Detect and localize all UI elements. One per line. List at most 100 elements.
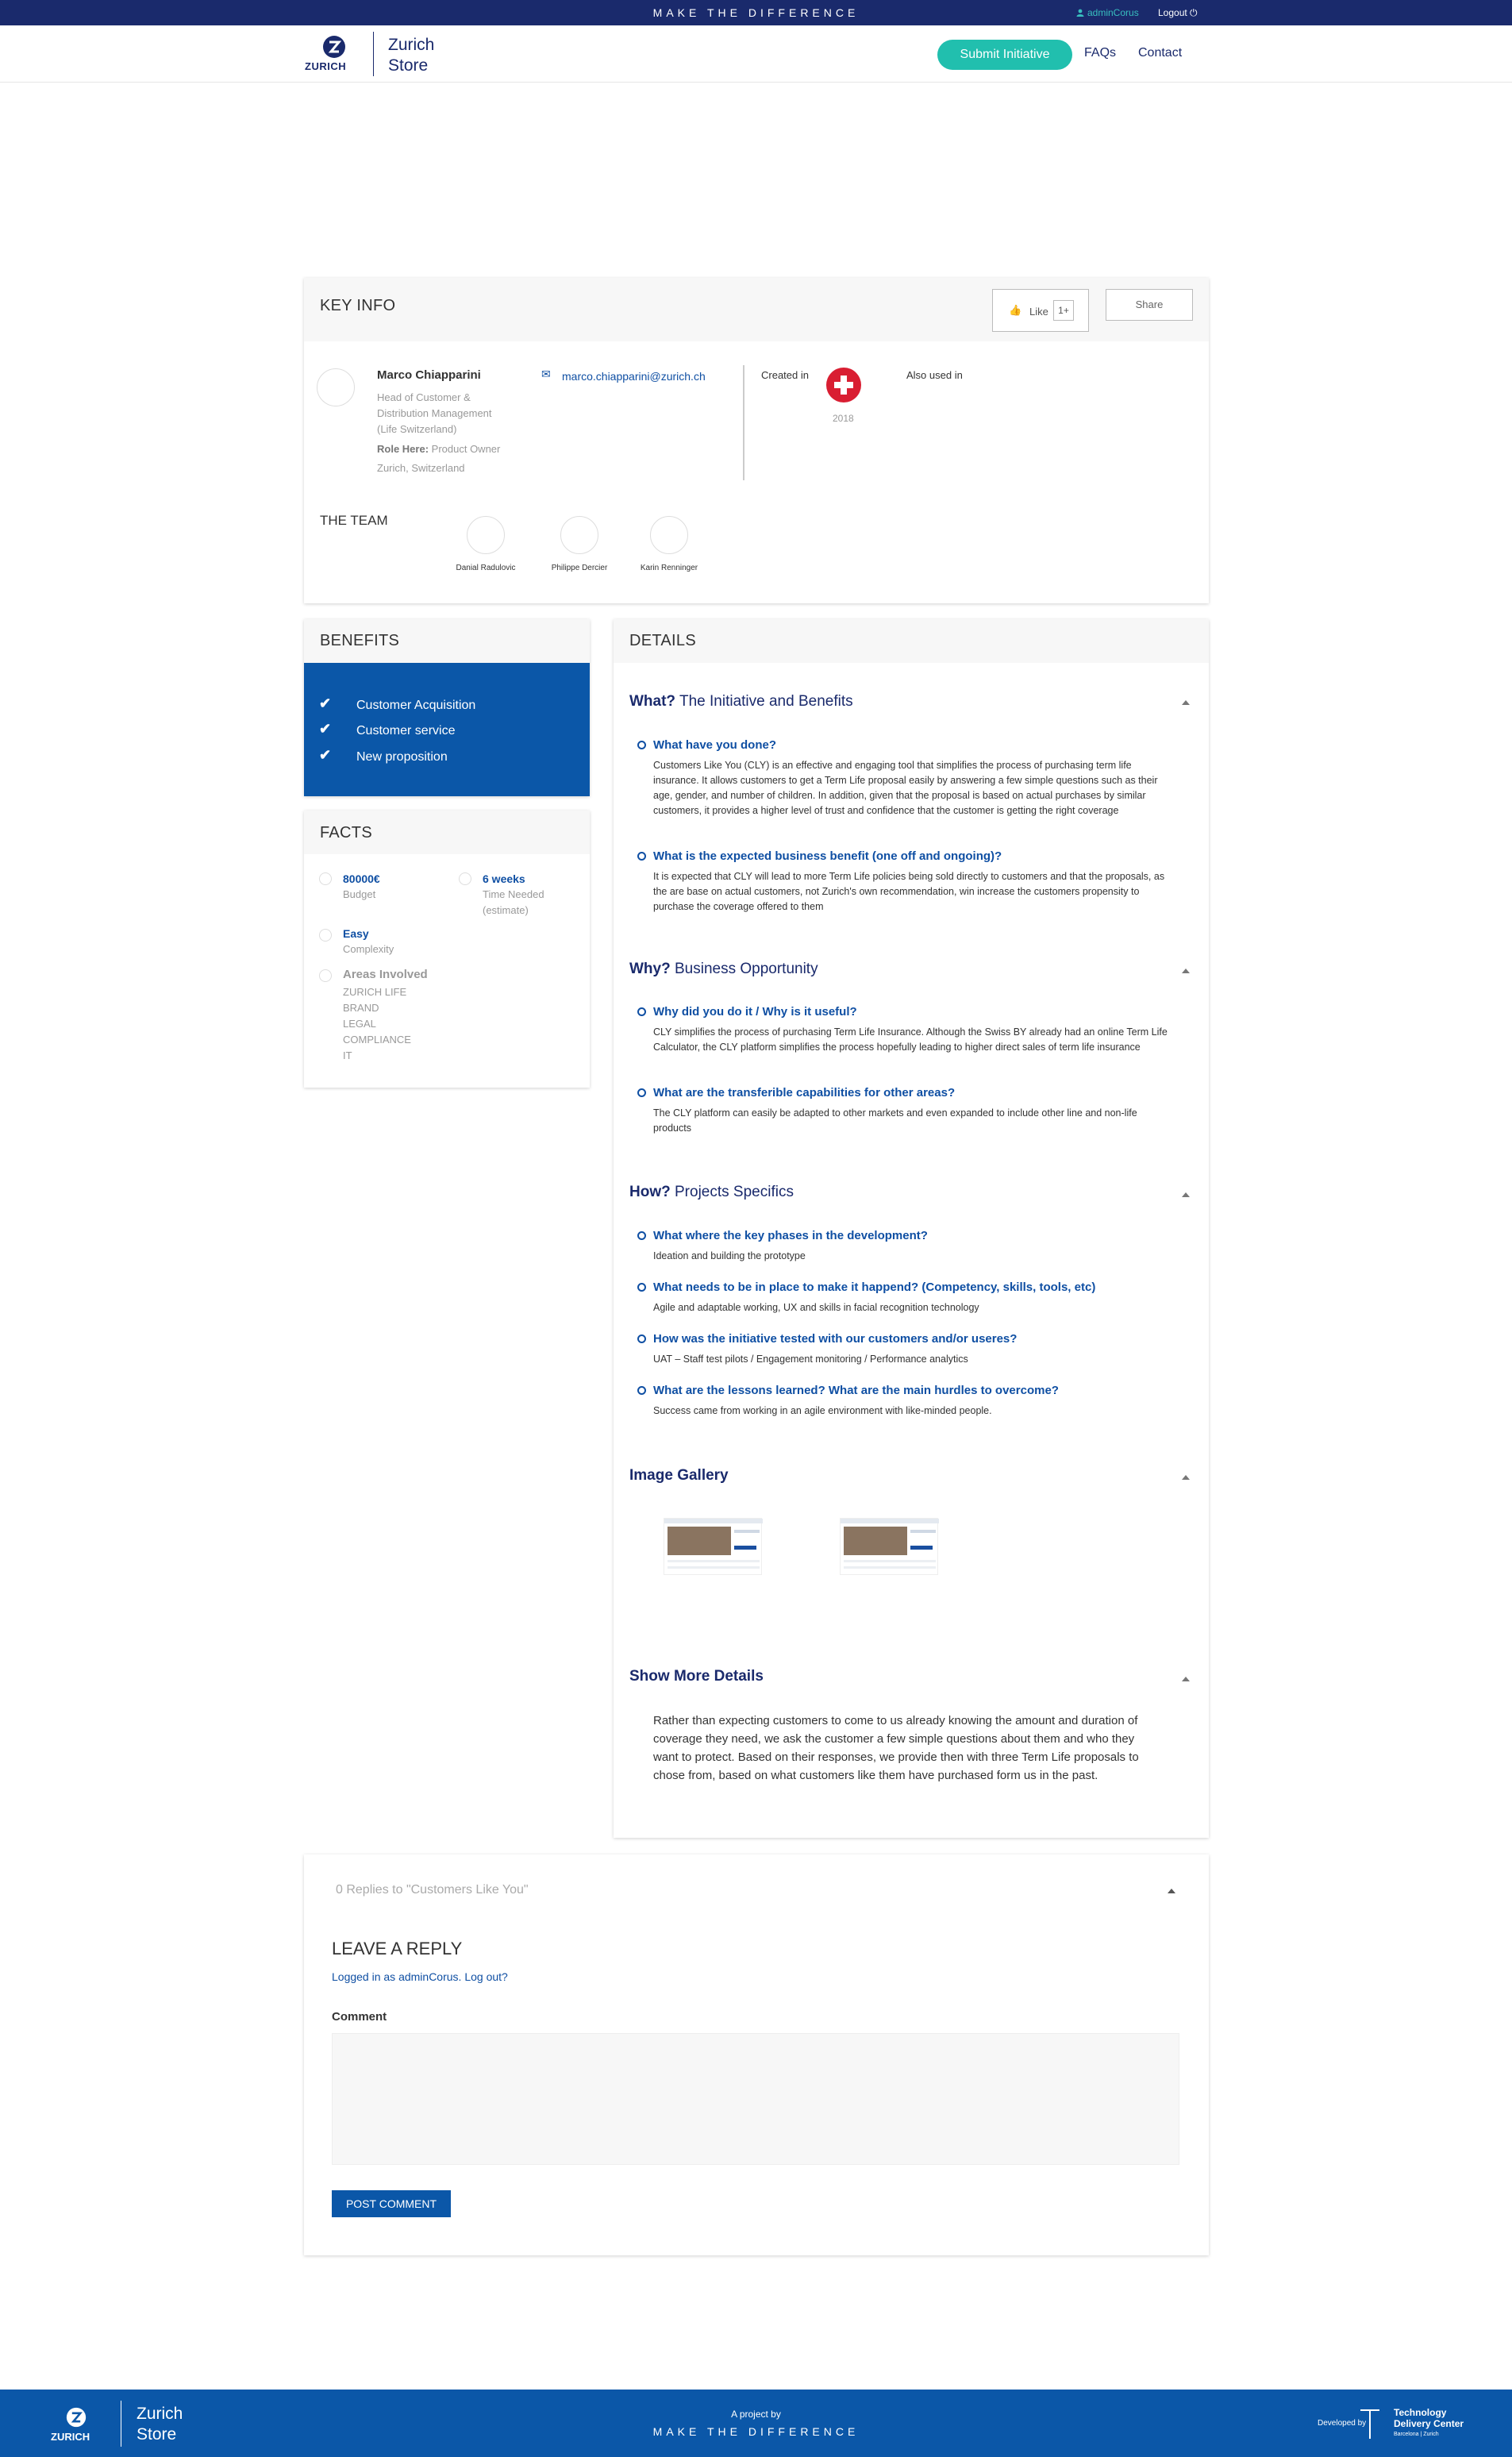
submit-initiative-button[interactable]: Submit Initiative	[937, 40, 1072, 70]
bullet-icon	[637, 1283, 646, 1292]
collapse-caret-icon[interactable]	[1182, 1192, 1190, 1197]
why-section-heading[interactable]: Why? Business Opportunity	[629, 961, 818, 978]
brand-wordmark: ZURICH	[305, 60, 347, 72]
email-icon: ✉	[541, 368, 551, 380]
collapse-caret-icon[interactable]	[1182, 1475, 1190, 1480]
details-header	[614, 619, 1209, 663]
tdc-location: Barcelona | Zurich	[1394, 2432, 1439, 2437]
info-divider	[743, 365, 744, 480]
time-label-line: Time Needed	[483, 888, 544, 900]
like-label: Like	[1029, 306, 1048, 318]
nav-faqs[interactable]: FAQs	[1084, 46, 1116, 60]
zurich-logo-icon[interactable]	[322, 35, 346, 59]
collapse-caret-icon[interactable]	[1182, 700, 1190, 705]
bullet-icon	[637, 1007, 646, 1016]
check-icon: ✔	[319, 747, 332, 763]
area-item: COMPLIANCE	[343, 1034, 411, 1046]
question: What where the key phases in the develop…	[653, 1229, 928, 1242]
question: Why did you do it / Why is it useful?	[653, 1005, 857, 1019]
why-heading-bold: Why?	[629, 961, 671, 977]
time-value: 6 weeks	[483, 872, 525, 885]
benefit-item: New proposition	[356, 750, 448, 764]
thumb-button	[734, 1546, 756, 1550]
owner-location: Zurich, Switzerland	[377, 462, 465, 474]
question: What are the transferible capabilities f…	[653, 1086, 956, 1099]
budget-icon	[319, 872, 332, 885]
thumb-row	[844, 1566, 936, 1569]
collapse-caret-icon[interactable]	[1168, 1889, 1175, 1893]
thumb-row	[844, 1560, 936, 1562]
benefit-item: Customer Acquisition	[356, 699, 476, 712]
how-section-heading[interactable]: How? Projects Specifics	[629, 1184, 794, 1201]
team-title: THE TEAM	[320, 513, 388, 528]
details-title: DETAILS	[629, 632, 696, 649]
owner-email-link[interactable]: marco.chiapparini@zurich.ch	[562, 370, 706, 383]
answer: Ideation and building the prototype	[653, 1250, 806, 1261]
owner-role-line: Head of Customer &	[377, 391, 471, 403]
footer-tagline: MAKE THE DIFFERENCE	[652, 2425, 860, 2438]
time-label-line: (estimate)	[483, 904, 529, 916]
bullet-icon	[637, 1231, 646, 1240]
thumb-photo	[844, 1527, 907, 1555]
logged-in-link[interactable]: Logged in as adminCorus. Log out?	[332, 1970, 508, 1983]
tdc-logo-icon	[1360, 2409, 1379, 2439]
post-comment-button[interactable]: POST COMMENT	[332, 2190, 451, 2217]
comment-textarea[interactable]	[332, 2033, 1179, 2165]
gallery-heading[interactable]: Image Gallery	[629, 1467, 729, 1485]
user-icon	[1076, 9, 1084, 17]
check-icon: ✔	[319, 695, 332, 711]
thumb-photo	[668, 1527, 731, 1555]
share-button[interactable]: Share	[1106, 289, 1193, 321]
show-more-heading[interactable]: Show More Details	[629, 1668, 764, 1685]
team-avatar	[560, 516, 598, 554]
budget-label: Budget	[343, 888, 376, 900]
store-line-2: Store	[388, 56, 429, 75]
area-item: LEGAL	[343, 1018, 376, 1030]
user-link[interactable]: adminCorus	[1076, 7, 1139, 18]
thumb-text	[734, 1530, 760, 1533]
key-info-title: KEY INFO	[320, 297, 396, 314]
owner-avatar	[317, 368, 355, 406]
bullet-icon	[637, 1088, 646, 1097]
thumb-row	[668, 1566, 760, 1569]
also-used-label: Also used in	[906, 369, 963, 381]
role-here: Role Here: Product Owner	[377, 441, 500, 457]
area-item: IT	[343, 1049, 352, 1061]
gallery-image[interactable]	[664, 1518, 763, 1575]
answer: Customers Like You (CLY) is an effective…	[653, 760, 1158, 816]
leave-reply-title: LEAVE A REPLY	[332, 1939, 463, 1958]
question: What is the expected business benefit (o…	[653, 849, 1002, 863]
collapse-caret-icon[interactable]	[1182, 1677, 1190, 1681]
thumb-row	[668, 1560, 760, 1562]
tdc-name: Technology Delivery Center Barcelona | Z…	[1394, 2407, 1464, 2440]
team-avatar	[650, 516, 688, 554]
role-here-label: Role Here:	[377, 443, 429, 455]
question: What have you done?	[653, 738, 777, 752]
question: How was the initiative tested with our c…	[653, 1332, 1018, 1346]
benefits-title: BENEFITS	[320, 632, 400, 649]
like-button[interactable]: 👍 Like 1+	[992, 289, 1089, 332]
answer: Success came from working in an agile en…	[653, 1405, 992, 1416]
site-footer: ZURICH Zurich Store A project by MAKE TH…	[0, 2390, 1512, 2457]
nav-contact[interactable]: Contact	[1138, 46, 1182, 60]
areas-list: ZURICH LIFE BRAND LEGAL COMPLIANCE IT	[343, 984, 411, 1064]
bullet-icon	[637, 852, 646, 861]
gallery-image[interactable]	[840, 1518, 939, 1575]
tdc-line: Delivery Center	[1394, 2418, 1464, 2429]
question: What needs to be in place to make it hap…	[653, 1280, 1096, 1294]
top-bar: MAKE THE DIFFERENCE adminCorus Logout ⏻	[0, 0, 1512, 25]
store-line-1: Zurich	[388, 36, 435, 54]
benefit-item: Customer service	[356, 724, 456, 737]
collapse-caret-icon[interactable]	[1182, 969, 1190, 973]
what-section-heading[interactable]: What? The Initiative and Benefits	[629, 693, 853, 711]
team-avatar	[467, 516, 505, 554]
logout-link[interactable]: Logout ⏻	[1158, 7, 1198, 19]
created-in-label: Created in	[761, 369, 809, 381]
swiss-flag-icon	[826, 368, 861, 402]
store-title[interactable]: Zurich Store	[388, 35, 434, 76]
answer: It is expected that CLY will lead to mor…	[653, 871, 1165, 912]
question: What are the lessons learned? What are t…	[653, 1384, 1059, 1397]
thumbs-up-icon: 👍	[1009, 304, 1022, 316]
comment-label: Comment	[332, 2010, 387, 2024]
like-count: 1+	[1053, 300, 1074, 321]
